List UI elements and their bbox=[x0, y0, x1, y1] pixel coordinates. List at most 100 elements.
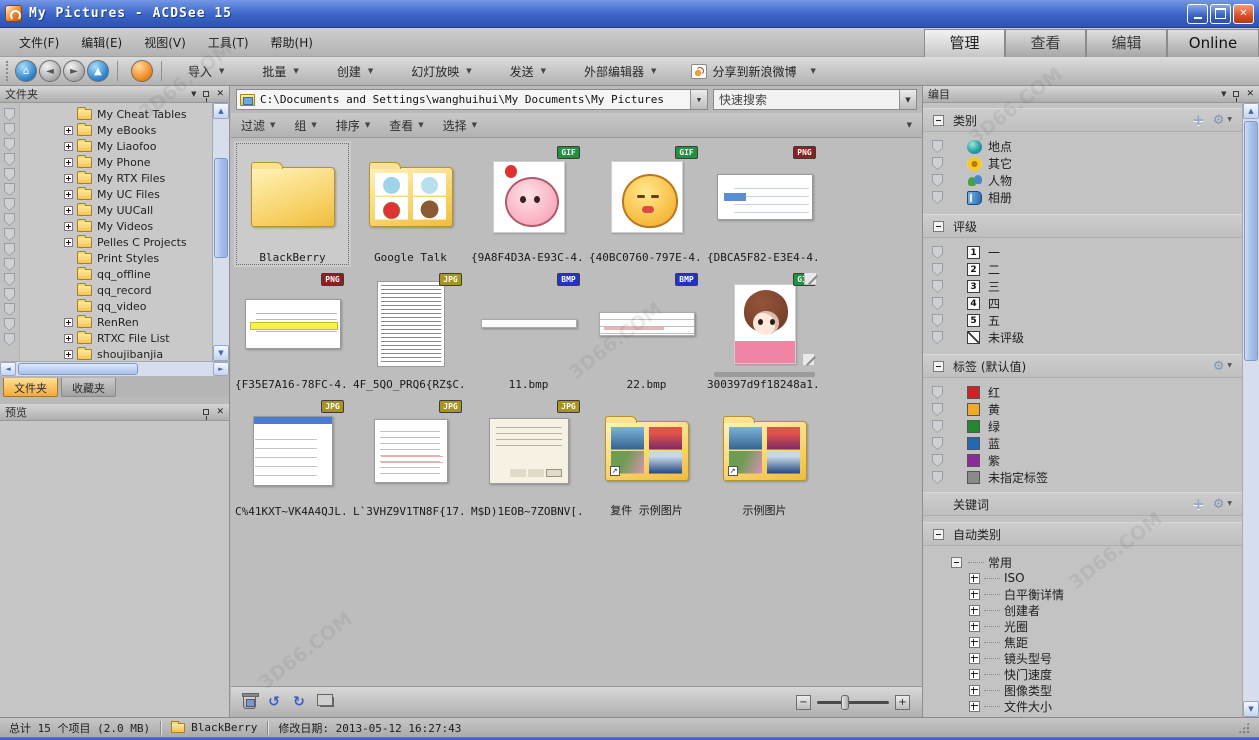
tag-shield-icon[interactable] bbox=[4, 198, 15, 211]
tag-shield-icon[interactable] bbox=[4, 318, 15, 331]
close-panel-icon[interactable]: ✕ bbox=[216, 90, 224, 99]
label-item[interactable]: 未指定标签 bbox=[923, 469, 1242, 486]
toolbar-overflow-icon[interactable]: ▼ bbox=[907, 121, 912, 129]
batch-dropdown[interactable]: 批量 bbox=[250, 63, 310, 80]
auto-category-item[interactable]: ISO bbox=[923, 570, 1242, 586]
tag-shield-icon[interactable] bbox=[4, 333, 15, 346]
quick-search-input[interactable]: 快速搜索 bbox=[713, 89, 917, 110]
scroll-up-icon[interactable]: ▲ bbox=[1243, 103, 1259, 119]
tab-edit[interactable]: 编辑 bbox=[1086, 29, 1167, 57]
menu-edit[interactable]: 编辑(E) bbox=[70, 29, 133, 56]
collapse-icon[interactable] bbox=[933, 361, 944, 372]
tag-shield-icon[interactable] bbox=[932, 263, 943, 276]
file-thumbnail[interactable]: PNG {DBCA5F82-E3E4-4... bbox=[706, 141, 823, 267]
tab-folders[interactable]: 文件夹 bbox=[3, 378, 58, 397]
tag-shield-icon[interactable] bbox=[4, 183, 15, 196]
folder-tree-item[interactable]: My Phone bbox=[20, 154, 212, 170]
sort-dropdown[interactable]: 排序 bbox=[336, 117, 370, 134]
pin-icon[interactable] bbox=[203, 91, 209, 97]
file-thumbnail[interactable]: GIF {9A8F4D3A-E93C-4... bbox=[470, 141, 587, 267]
auto-category-group[interactable]: 常用 bbox=[923, 554, 1242, 570]
auto-category-item[interactable]: 镜头型号 bbox=[923, 650, 1242, 666]
scroll-down-icon[interactable]: ▼ bbox=[1243, 701, 1259, 717]
collapse-icon[interactable] bbox=[933, 529, 944, 540]
label-item[interactable]: 蓝 bbox=[923, 435, 1242, 452]
rotate-left-icon[interactable]: ↺ bbox=[264, 693, 284, 711]
expand-icon[interactable] bbox=[64, 158, 73, 167]
category-item[interactable]: 人物 bbox=[923, 172, 1242, 189]
collapse-icon[interactable] bbox=[933, 221, 944, 232]
file-thumbnail[interactable]: GIF 300397d9f18248a1... bbox=[706, 268, 823, 394]
folder-tree-item[interactable]: qq_record bbox=[20, 282, 212, 298]
tag-shield-icon[interactable] bbox=[932, 386, 943, 399]
rating-item[interactable]: 3三 bbox=[923, 278, 1242, 295]
share-weibo-button[interactable]: 分享到新浪微博 bbox=[691, 63, 815, 80]
label-item[interactable]: 红 bbox=[923, 384, 1242, 401]
minimize-button[interactable] bbox=[1187, 4, 1208, 24]
tab-view[interactable]: 查看 bbox=[1005, 29, 1086, 57]
search-dropdown-icon[interactable] bbox=[899, 90, 916, 109]
rating-item[interactable]: 5五 bbox=[923, 312, 1242, 329]
tag-shield-icon[interactable] bbox=[4, 168, 15, 181]
expand-icon[interactable] bbox=[969, 573, 980, 584]
scroll-right-icon[interactable]: ► bbox=[213, 362, 229, 376]
tag-shield-icon[interactable] bbox=[932, 191, 943, 204]
folder-tree-item[interactable]: Print Styles bbox=[20, 250, 212, 266]
slideshow-dropdown[interactable]: 幻灯放映 bbox=[399, 63, 483, 80]
add-icon[interactable]: + bbox=[1192, 497, 1205, 512]
panel-menu-icon[interactable]: ▼ bbox=[191, 90, 196, 98]
expand-icon[interactable] bbox=[64, 206, 73, 215]
add-icon[interactable]: + bbox=[1192, 113, 1205, 128]
file-thumbnail[interactable]: ↗ 示例图片 bbox=[706, 395, 823, 521]
file-thumbnail[interactable]: Google Talk bbox=[352, 141, 469, 267]
tag-shield-icon[interactable] bbox=[4, 273, 15, 286]
seedrive-icon[interactable] bbox=[131, 60, 153, 82]
expand-icon[interactable] bbox=[64, 238, 73, 247]
tag-shield-icon[interactable] bbox=[932, 454, 943, 467]
folder-tree-item[interactable]: RTXC File List bbox=[20, 330, 212, 346]
tag-shield-icon[interactable] bbox=[932, 157, 943, 170]
expand-icon[interactable] bbox=[64, 334, 73, 343]
tag-shield-icon[interactable] bbox=[4, 228, 15, 241]
maximize-button[interactable] bbox=[1210, 4, 1231, 24]
expand-icon[interactable] bbox=[64, 222, 73, 231]
pin-icon[interactable] bbox=[1233, 91, 1239, 97]
tag-shield-icon[interactable] bbox=[932, 331, 943, 344]
file-thumbnail[interactable]: JPG 4F_5QO_PRQ6{RZ$C... bbox=[352, 268, 469, 394]
auto-category-item[interactable]: 焦距 bbox=[923, 634, 1242, 650]
file-thumbnail[interactable]: ↗ 复件 示例图片 bbox=[588, 395, 705, 521]
expand-icon[interactable] bbox=[969, 621, 980, 632]
folder-tree-item[interactable]: My eBooks bbox=[20, 122, 212, 138]
tag-shield-icon[interactable] bbox=[4, 138, 15, 151]
folders-horizontal-scrollbar[interactable]: ◄ ► bbox=[0, 361, 229, 376]
expand-icon[interactable] bbox=[64, 318, 73, 327]
folder-tree-item[interactable]: qq_video bbox=[20, 298, 212, 314]
tag-shield-icon[interactable] bbox=[4, 303, 15, 316]
group-dropdown[interactable]: 组 bbox=[294, 117, 316, 134]
category-item[interactable]: 其它 bbox=[923, 155, 1242, 172]
close-panel-icon[interactable]: ✕ bbox=[1246, 90, 1254, 99]
address-bar[interactable]: C:\Documents and Settings\wanghuihui\My … bbox=[236, 89, 708, 110]
pin-icon[interactable] bbox=[203, 409, 209, 415]
panel-splitter[interactable] bbox=[0, 397, 229, 404]
folder-tree-item[interactable]: shoujibanjia bbox=[20, 346, 212, 361]
expand-icon[interactable] bbox=[969, 605, 980, 616]
scrollbar-thumb[interactable] bbox=[1244, 121, 1258, 361]
rating-item[interactable]: 4四 bbox=[923, 295, 1242, 312]
zoom-out-button[interactable]: − bbox=[796, 695, 811, 710]
expand-icon[interactable] bbox=[969, 589, 980, 600]
zoom-slider[interactable] bbox=[817, 701, 889, 704]
category-item[interactable]: 地点 bbox=[923, 138, 1242, 155]
back-icon[interactable]: ◄ bbox=[39, 60, 61, 82]
category-item[interactable]: 相册 bbox=[923, 189, 1242, 206]
gear-icon[interactable]: ⚙ bbox=[1213, 114, 1232, 127]
expand-icon[interactable] bbox=[969, 701, 980, 712]
folder-tree-item[interactable]: My Cheat Tables bbox=[20, 106, 212, 122]
gear-icon[interactable]: ⚙ bbox=[1213, 360, 1232, 373]
file-thumbnail[interactable]: JPG M$D)1EOB~7ZOBNV[... bbox=[470, 395, 587, 521]
tag-shield-icon[interactable] bbox=[4, 123, 15, 136]
scroll-left-icon[interactable]: ◄ bbox=[0, 362, 16, 376]
file-thumbnail[interactable]: GIF {40BC0760-797E-4... bbox=[588, 141, 705, 267]
auto-category-item[interactable]: 创建者 bbox=[923, 602, 1242, 618]
expand-icon[interactable] bbox=[64, 142, 73, 151]
